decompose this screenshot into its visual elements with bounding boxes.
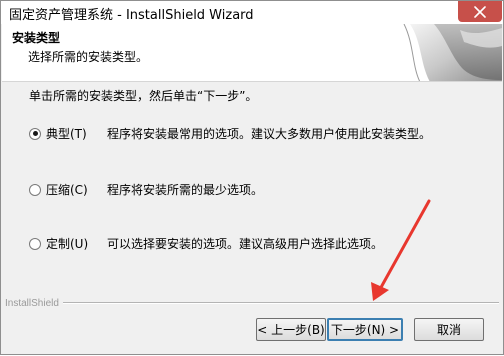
divider-line bbox=[62, 302, 499, 304]
window-title: 固定资产管理系统 - InstallShield Wizard bbox=[9, 8, 254, 23]
option-typical-description: 程序将安装最常用的选项。建议大多数用户使用此安装类型。 bbox=[107, 127, 432, 141]
option-custom[interactable]: 定制(U) bbox=[29, 235, 104, 252]
page-title: 安装类型 bbox=[12, 31, 61, 45]
option-typical[interactable]: 典型(T) bbox=[29, 125, 104, 142]
instruction-text: 单击所需的安装类型，然后单击“下一步”。 bbox=[29, 89, 258, 103]
option-custom-description: 可以选择要安装的选项。建议高级用户选择此选项。 bbox=[107, 237, 384, 251]
option-compact-label[interactable]: 压缩(C) bbox=[46, 181, 104, 198]
brand-label: InstallShield bbox=[5, 297, 59, 309]
installshield-wizard-window: 固定资产管理系统 - InstallShield Wizard 安装类型 选择所… bbox=[0, 0, 504, 355]
option-compact[interactable]: 压缩(C) bbox=[29, 181, 104, 198]
header-banner: 安装类型 选择所需的安装类型。 bbox=[2, 24, 502, 82]
radio-compact[interactable] bbox=[29, 183, 41, 196]
radio-selected-dot bbox=[32, 131, 38, 136]
radio-custom[interactable] bbox=[29, 237, 41, 250]
option-custom-label[interactable]: 定制(U) bbox=[46, 235, 104, 252]
back-button[interactable]: < 上一步(B) bbox=[256, 318, 326, 341]
option-typical-label[interactable]: 典型(T) bbox=[46, 125, 104, 142]
page-subtitle: 选择所需的安装类型。 bbox=[28, 50, 149, 64]
radio-typical[interactable] bbox=[29, 127, 41, 140]
close-button[interactable] bbox=[458, 1, 502, 22]
next-button[interactable]: 下一步(N) > bbox=[327, 318, 403, 341]
installshield-header-graphic bbox=[390, 24, 502, 81]
cancel-button[interactable]: 取消 bbox=[414, 318, 484, 341]
brand-divider: InstallShield bbox=[5, 297, 499, 309]
close-icon bbox=[474, 5, 486, 18]
title-bar[interactable]: 固定资产管理系统 - InstallShield Wizard bbox=[1, 1, 503, 24]
option-compact-description: 程序将安装所需的最少选项。 bbox=[107, 183, 264, 197]
